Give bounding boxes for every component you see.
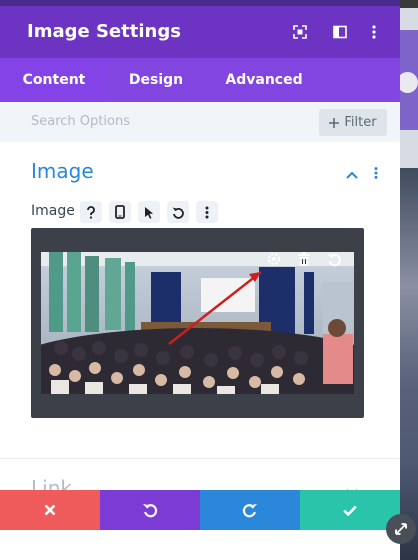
image-field-label: Image [31,203,75,219]
chevron-up-icon[interactable] [346,164,358,183]
background-photo [400,168,418,560]
resize-handle[interactable] [386,514,416,544]
mobile-icon[interactable] [109,201,131,223]
check-icon [343,505,357,516]
redo-button[interactable] [200,490,300,530]
expand-icon[interactable] [288,20,312,44]
tab-advanced[interactable]: Advanced [204,58,324,102]
search-bar: Search Options Filter [0,102,400,142]
split-view-icon[interactable] [328,20,352,44]
pointer-icon[interactable] [138,201,160,223]
tab-content[interactable]: Content [0,58,108,102]
background-gear-icon [397,72,418,93]
settings-modal: Image Settings Content Design Advanced S… [0,0,400,560]
filter-button[interactable]: Filter [319,109,387,136]
delete-icon[interactable] [294,249,314,269]
plus-icon [329,117,340,128]
background-topbar [400,0,418,8]
undo-icon[interactable] [324,249,344,269]
section-title[interactable]: Image [31,159,94,183]
more-icon[interactable] [196,201,218,223]
uploaded-image [41,252,354,394]
screen: Image Settings Content Design Advanced S… [0,0,418,560]
section-more-icon[interactable] [374,164,378,183]
help-icon[interactable] [80,201,102,223]
undo-button[interactable] [100,490,200,530]
modal-bottom [0,530,400,560]
section-divider [0,458,400,459]
tab-design[interactable]: Design [108,58,204,102]
settings-icon[interactable] [264,249,284,269]
modal-title: Image Settings [27,21,181,42]
modal-footer [0,490,400,530]
search-input[interactable]: Search Options [31,114,130,129]
resize-icon [395,523,407,535]
undo-arrow-icon [142,503,158,518]
tab-bar: Content Design Advanced [0,58,400,102]
save-button[interactable] [300,490,400,530]
close-icon [44,504,56,516]
image-section: Image Image [0,142,400,460]
image-upload-preview[interactable] [31,228,364,418]
modal-header: Image Settings [0,0,400,58]
more-options-icon[interactable] [362,20,386,44]
cancel-button[interactable] [0,490,100,530]
redo-arrow-icon [242,503,258,518]
filter-label: Filter [344,115,377,130]
reset-icon[interactable] [167,201,189,223]
